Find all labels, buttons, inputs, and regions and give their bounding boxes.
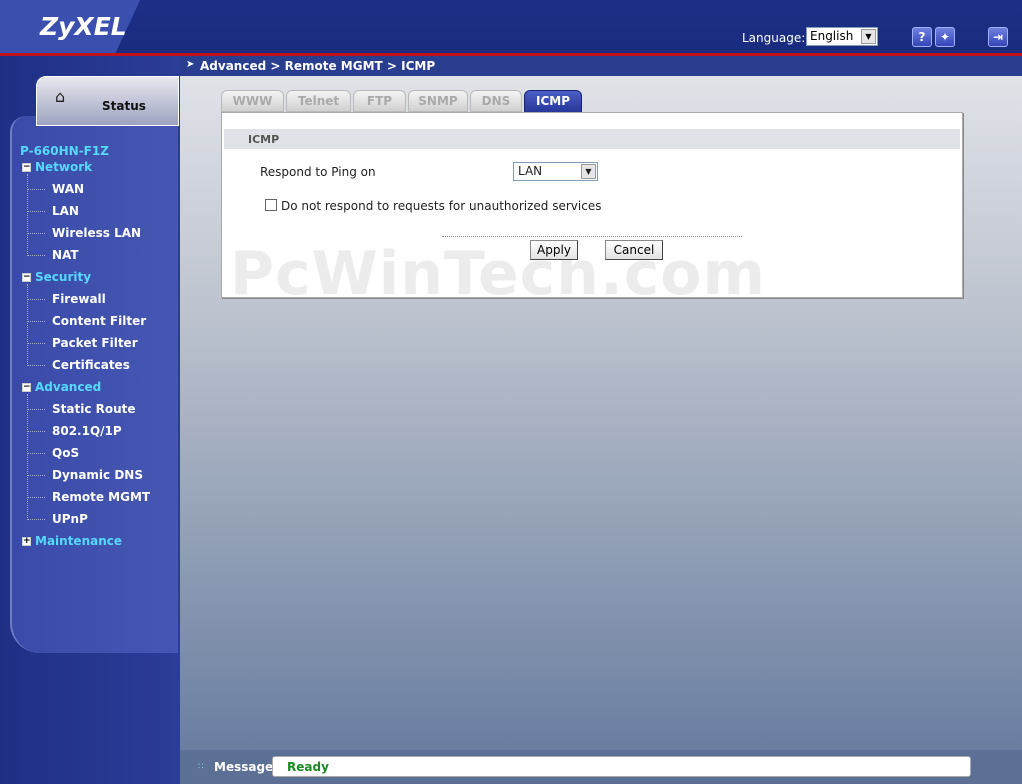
brand-logo: ZyXEL xyxy=(40,12,127,41)
status-tab[interactable]: ⌂ Status xyxy=(36,76,179,126)
tab-snmp[interactable]: SNMP xyxy=(408,90,468,112)
help-icon[interactable]: ? xyxy=(912,27,932,47)
tab-dns[interactable]: DNS xyxy=(470,90,522,112)
nav-group-maintenance[interactable]: + Maintenance xyxy=(22,534,122,548)
chevron-down-icon: ▼ xyxy=(861,29,876,44)
router-icon: ⌂ xyxy=(55,87,66,106)
nav-group-advanced[interactable]: − Advanced xyxy=(22,380,101,394)
sidebar-item-8021q[interactable]: 802.1Q/1P xyxy=(52,424,122,438)
section-header: ICMP xyxy=(224,129,960,149)
tab-www[interactable]: WWW xyxy=(221,90,284,112)
wizard-icon[interactable]: ✦ xyxy=(935,27,955,47)
ping-label: Respond to Ping on xyxy=(260,165,376,179)
sidebar-item-content-filter[interactable]: Content Filter xyxy=(52,314,146,328)
main-content: ➤ Advanced > Remote MGMT > ICMP WWW Teln… xyxy=(180,56,1022,750)
language-label: Language: xyxy=(742,31,806,45)
expand-icon: + xyxy=(22,536,31,546)
unauth-checkbox[interactable] xyxy=(265,199,277,211)
tab-telnet[interactable]: Telnet xyxy=(286,90,351,112)
sidebar-item-dynamic-dns[interactable]: Dynamic DNS xyxy=(52,468,143,482)
ping-select-value: LAN xyxy=(518,164,543,178)
unauth-label: Do not respond to requests for unauthori… xyxy=(281,199,602,213)
language-value: English xyxy=(810,29,854,43)
sidebar-item-lan[interactable]: LAN xyxy=(52,204,79,218)
collapse-icon: − xyxy=(22,162,31,172)
tab-ftp[interactable]: FTP xyxy=(353,90,406,112)
sidebar-item-qos[interactable]: QoS xyxy=(52,446,79,460)
logout-icon[interactable]: ⇥ xyxy=(988,27,1008,47)
language-select[interactable]: English ▼ xyxy=(806,27,878,46)
nav-group-security[interactable]: − Security xyxy=(22,270,91,284)
breadcrumb: Advanced > Remote MGMT > ICMP xyxy=(200,59,436,73)
collapse-icon: − xyxy=(22,272,31,282)
sidebar-item-nat[interactable]: NAT xyxy=(52,248,79,262)
icmp-panel: PcWinTech.com ICMP Respond to Ping on LA… xyxy=(221,112,963,309)
cancel-button[interactable]: Cancel xyxy=(605,240,663,260)
breadcrumb-arrow-icon: ➤ xyxy=(186,59,195,70)
sidebar: ⌂ Status P-660HN-F1Z − Network WAN LAN Wi… xyxy=(0,56,180,784)
sidebar-item-certificates[interactable]: Certificates xyxy=(52,358,130,372)
sidebar-item-remote-mgmt[interactable]: Remote MGMT xyxy=(52,490,150,504)
section-title: ICMP xyxy=(248,133,280,146)
header-bar: ZyXEL Language: English ▼ ? ✦ ⇥ xyxy=(0,0,1022,56)
apply-button[interactable]: Apply xyxy=(530,240,578,260)
sidebar-item-wireless-lan[interactable]: Wireless LAN xyxy=(52,226,141,240)
collapse-icon: − xyxy=(22,382,31,392)
nav-group-network[interactable]: − Network xyxy=(22,160,92,174)
sidebar-item-static-route[interactable]: Static Route xyxy=(52,402,136,416)
tree-line xyxy=(27,174,28,256)
message-box: Ready xyxy=(272,756,971,777)
sidebar-item-upnp[interactable]: UPnP xyxy=(52,512,88,526)
status-tab-label: Status xyxy=(102,99,146,113)
message-icon: ∷ xyxy=(198,762,204,772)
tab-icmp[interactable]: ICMP xyxy=(524,90,582,113)
sidebar-item-packet-filter[interactable]: Packet Filter xyxy=(52,336,138,350)
respond-ping-select[interactable]: LAN ▼ xyxy=(513,162,598,181)
divider xyxy=(442,236,742,237)
sidebar-item-wan[interactable]: WAN xyxy=(52,182,84,196)
message-label: Message xyxy=(214,760,274,774)
device-name: P-660HN-F1Z xyxy=(20,144,109,158)
chevron-down-icon: ▼ xyxy=(581,164,596,179)
status-bar: ∷ Message Ready xyxy=(180,750,1022,784)
message-text: Ready xyxy=(287,760,329,774)
breadcrumb-bar: ➤ Advanced > Remote MGMT > ICMP xyxy=(180,56,1022,76)
sidebar-item-firewall[interactable]: Firewall xyxy=(52,292,106,306)
watermark: PcWinTech.com xyxy=(230,239,767,309)
